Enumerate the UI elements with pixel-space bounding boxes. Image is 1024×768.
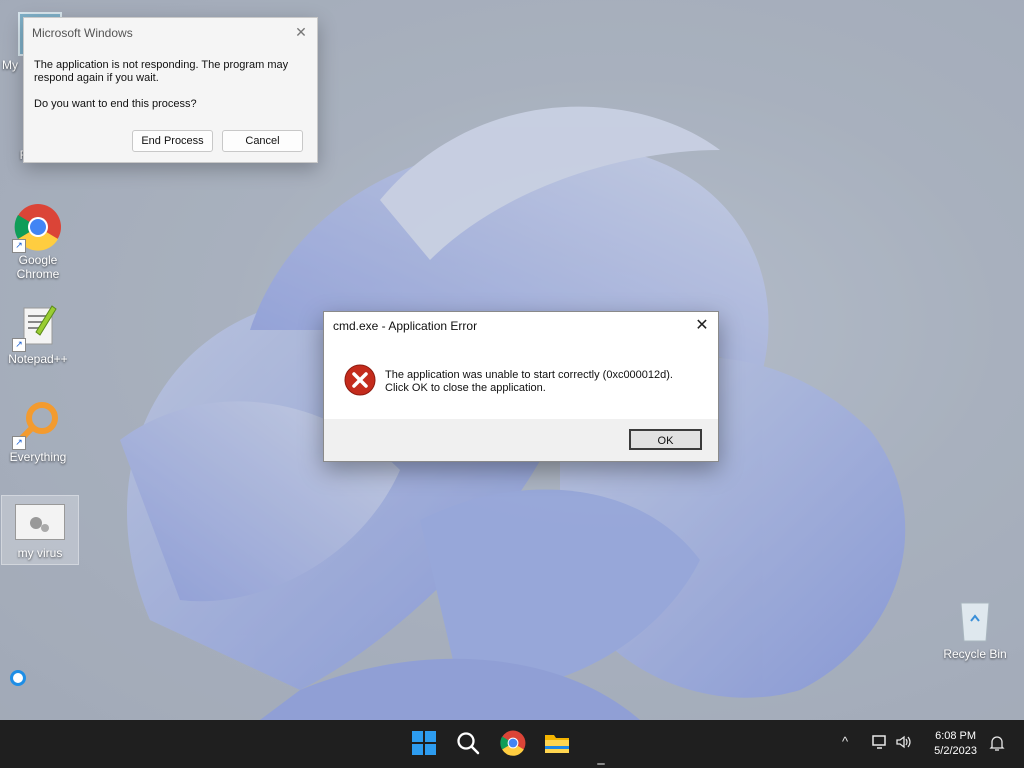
- busy-cursor-icon: [10, 670, 26, 686]
- desktop-icon-everything[interactable]: ↗ Everything: [0, 400, 76, 464]
- clock[interactable]: 6:08 PM 5/2/2023: [934, 729, 977, 759]
- start-icon: [412, 731, 436, 755]
- not-responding-dialog: Microsoft Windows ✕ The application is n…: [23, 17, 318, 163]
- dialog-message: The application is not responding. The p…: [34, 59, 289, 84]
- error-message-line: Click OK to close the application.: [385, 382, 546, 394]
- taskbar-file-explorer-button[interactable]: [544, 730, 572, 758]
- dialog-title: Microsoft Windows: [32, 26, 133, 40]
- recycle-bin-icon: [951, 597, 999, 645]
- application-icon: [15, 504, 65, 540]
- desktop-icon-notepad-plus-plus[interactable]: ↗ Notepad++: [0, 302, 76, 366]
- cancel-button[interactable]: Cancel: [222, 130, 303, 152]
- dialog-title: cmd.exe - Application Error: [333, 319, 478, 333]
- close-button[interactable]: ✕: [692, 316, 712, 336]
- desktop-icon-label: Everything: [9, 450, 67, 464]
- desktop-icon-label: Notepad++: [8, 352, 68, 366]
- desktop-icon-label: Google Chrome: [16, 253, 60, 281]
- start-button[interactable]: [411, 730, 439, 758]
- desktop-icon-label: Recycle Bin: [943, 647, 1007, 661]
- volume-icon[interactable]: [895, 734, 913, 753]
- dialog-question: Do you want to end this process?: [34, 98, 197, 110]
- notepad-plus-plus-icon: ↗: [12, 302, 62, 352]
- dialog-message: The application was unable to start corr…: [385, 369, 705, 395]
- network-icon[interactable]: [871, 734, 889, 753]
- taskbar: ^ 6:08 PM 5/2/2023: [0, 720, 1024, 768]
- shortcut-arrow-icon: ↗: [12, 239, 26, 253]
- desktop-icon-recycle-bin[interactable]: Recycle Bin: [937, 597, 1013, 661]
- desktop-icon-my-virus[interactable]: my virus: [1, 495, 79, 565]
- show-hidden-icons-button[interactable]: ^: [842, 734, 848, 749]
- taskbar-chrome-button[interactable]: [500, 730, 528, 758]
- ok-button[interactable]: OK: [629, 429, 702, 450]
- chrome-icon: [500, 730, 526, 756]
- chrome-icon: ↗: [12, 203, 62, 253]
- shortcut-arrow-icon: ↗: [12, 436, 26, 450]
- file-explorer-icon: [545, 735, 569, 753]
- application-error-dialog: cmd.exe - Application Error ✕ The applic…: [323, 311, 719, 462]
- clock-date: 5/2/2023: [934, 745, 977, 757]
- everything-search-icon: ↗: [12, 400, 62, 450]
- search-icon: [457, 732, 480, 755]
- running-app-indicator: [597, 763, 605, 765]
- desktop-icon-label: my virus: [17, 546, 63, 560]
- shortcut-arrow-icon: ↗: [12, 338, 26, 352]
- search-button[interactable]: [455, 730, 483, 758]
- error-icon: [344, 364, 376, 396]
- error-message-line: The application was unable to start corr…: [385, 369, 673, 381]
- close-button[interactable]: ✕: [293, 24, 309, 40]
- end-process-button[interactable]: End Process: [132, 130, 213, 152]
- desktop-icon-google-chrome[interactable]: ↗ Google Chrome: [0, 203, 76, 281]
- clock-time: 6:08 PM: [935, 730, 977, 742]
- notifications-icon[interactable]: [988, 734, 1006, 755]
